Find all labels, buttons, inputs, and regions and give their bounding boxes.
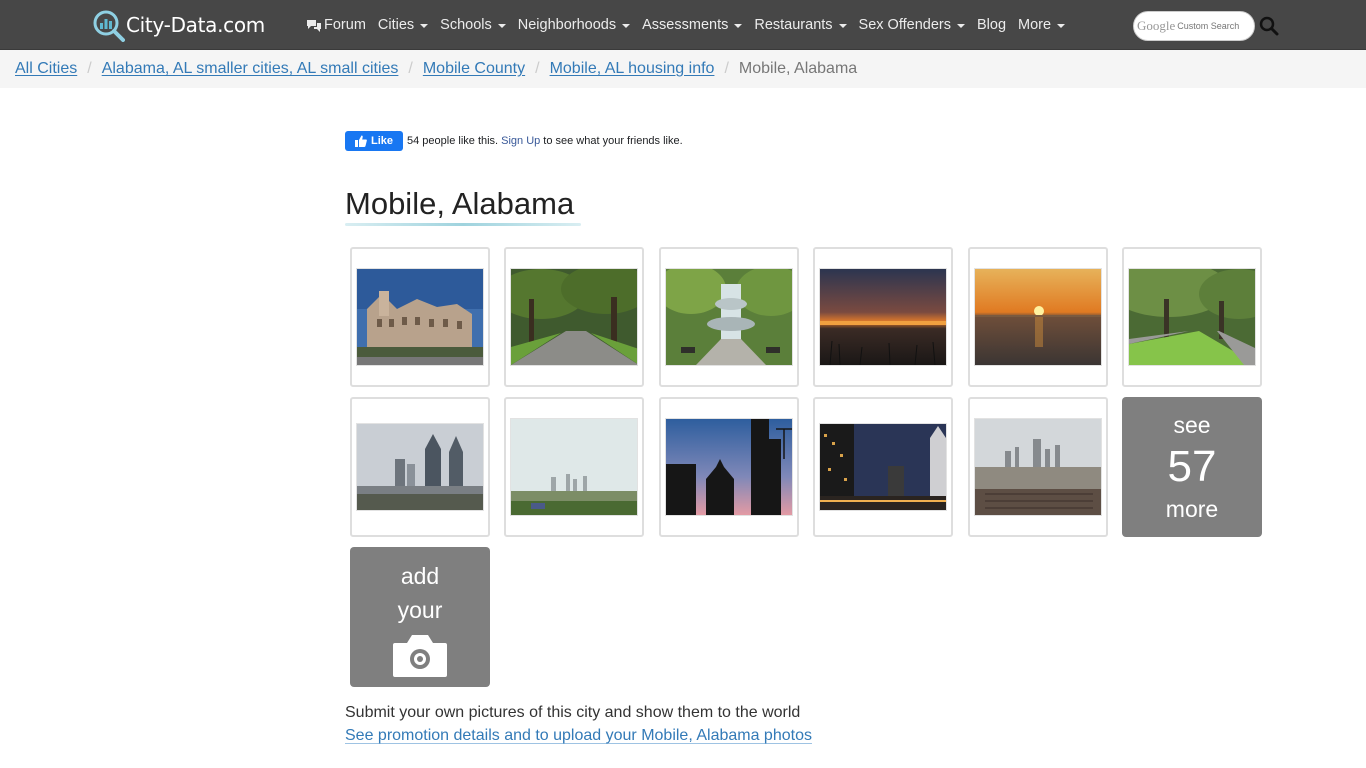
title-underline xyxy=(345,223,581,226)
breadcrumb-alabama[interactable]: Alabama, AL smaller cities, AL small cit… xyxy=(102,60,399,78)
photo-skyline-overpass xyxy=(356,423,484,511)
chat-bubbles-icon xyxy=(306,19,322,32)
breadcrumb-separator: / xyxy=(408,60,413,77)
photo-cathedral-silhouette xyxy=(665,418,793,516)
nav-label: Neighborhoods xyxy=(517,17,617,33)
see-more-word: see xyxy=(1173,412,1211,438)
photo-thumbnail[interactable] xyxy=(504,397,644,537)
nav-forum[interactable]: Forum xyxy=(306,17,366,33)
breadcrumb-separator: / xyxy=(87,60,92,77)
breadcrumb-mobile-county[interactable]: Mobile County xyxy=(423,60,525,78)
nav-label: Restaurants xyxy=(754,17,833,33)
main-nav: Forum Cities Schools Neighborhoods Asses… xyxy=(306,0,1077,50)
nav-label: Cities xyxy=(377,17,415,33)
facebook-like-button[interactable]: Like xyxy=(345,131,403,151)
magnifier-chart-icon xyxy=(93,10,125,42)
photo-moss-oak-road xyxy=(1128,268,1256,366)
photo-thumbnail[interactable] xyxy=(504,247,644,387)
site-logo[interactable]: City-Data.com xyxy=(92,9,265,42)
breadcrumb: All Cities / Alabama, AL smaller cities,… xyxy=(0,50,1366,88)
add-photo-word: your xyxy=(397,597,443,623)
search-placeholder: Custom Search xyxy=(1177,21,1240,31)
top-navbar: City-Data.com Forum Cities Schools Neigh… xyxy=(0,0,1366,50)
like-friends-text: to see what your friends like. xyxy=(543,135,683,147)
nav-assessments[interactable]: Assessments xyxy=(642,17,743,33)
more-photos-count: 57 xyxy=(1167,442,1217,491)
see-more-photos-button[interactable]: see 57 more xyxy=(1122,397,1262,537)
breadcrumb-housing-info[interactable]: Mobile, AL housing info xyxy=(550,60,715,78)
photo-park-fountain xyxy=(665,268,793,366)
nav-label: Assessments xyxy=(642,17,729,33)
page-title: Mobile, Alabama xyxy=(345,186,575,221)
photo-orange-sunset-water xyxy=(974,268,1102,366)
nav-neighborhoods[interactable]: Neighborhoods xyxy=(517,17,631,33)
search-input[interactable]: Google Custom Search xyxy=(1133,11,1255,41)
caret-down-icon xyxy=(420,23,429,28)
caret-down-icon xyxy=(622,23,631,28)
add-photo-button[interactable]: add your xyxy=(350,547,490,687)
photo-thumbnail[interactable] xyxy=(1122,247,1262,387)
add-photo-word: add xyxy=(400,563,440,589)
facebook-signup-link[interactable]: Sign Up xyxy=(501,135,540,147)
photo-night-skyline xyxy=(819,423,947,511)
camera-icon xyxy=(393,635,447,677)
photo-thumbnail[interactable] xyxy=(813,397,953,537)
nav-cities[interactable]: Cities xyxy=(377,17,429,33)
caret-down-icon xyxy=(838,23,847,28)
nav-restaurants[interactable]: Restaurants xyxy=(754,17,847,33)
nav-label: Schools xyxy=(440,17,492,33)
photo-thumbnail[interactable] xyxy=(350,397,490,537)
nav-more[interactable]: More xyxy=(1018,17,1066,33)
nav-label: Forum xyxy=(324,17,366,33)
facebook-like-widget: Like 54 people like this. Sign Up to see… xyxy=(345,131,683,151)
photo-thumbnail[interactable] xyxy=(659,397,799,537)
photo-thumbnail[interactable] xyxy=(659,247,799,387)
search-icon[interactable] xyxy=(1259,16,1279,36)
nav-sex-offenders[interactable]: Sex Offenders xyxy=(859,17,965,33)
submit-photos-text: Submit your own pictures of this city an… xyxy=(345,704,801,721)
photo-historic-building xyxy=(356,268,484,366)
photo-city-aerial xyxy=(974,418,1102,516)
thumbs-up-icon xyxy=(354,135,367,147)
nav-label: Blog xyxy=(976,17,1007,33)
breadcrumb-separator: / xyxy=(535,60,540,77)
google-brand: Google xyxy=(1137,18,1176,33)
breadcrumb-separator: / xyxy=(724,60,729,77)
nav-blog[interactable]: Blog xyxy=(977,17,1006,33)
photo-thumbnail[interactable] xyxy=(813,247,953,387)
like-label: Like xyxy=(370,135,393,147)
logo-text: City-Data.com xyxy=(126,13,265,37)
photo-thumbnail[interactable] xyxy=(350,247,490,387)
like-count-text: 54 people like this. xyxy=(407,135,499,147)
upload-photos-link[interactable]: See promotion details and to upload your… xyxy=(345,727,812,745)
nav-label: Sex Offenders xyxy=(858,17,951,33)
caret-down-icon xyxy=(1057,23,1066,28)
nav-schools[interactable]: Schools xyxy=(440,17,506,33)
breadcrumb-current: Mobile, Alabama xyxy=(738,60,858,77)
photo-thumbnail[interactable] xyxy=(968,247,1108,387)
photo-distant-skyline xyxy=(510,418,638,516)
see-more-word: more xyxy=(1165,496,1219,522)
caret-down-icon xyxy=(734,23,743,28)
photo-thumbnail[interactable] xyxy=(968,397,1108,537)
caret-down-icon xyxy=(956,23,965,28)
breadcrumb-all-cities[interactable]: All Cities xyxy=(15,60,77,78)
nav-label: More xyxy=(1018,17,1052,33)
photo-bay-sunset xyxy=(819,268,947,366)
photo-oak-lined-road xyxy=(510,268,638,366)
caret-down-icon xyxy=(497,23,506,28)
